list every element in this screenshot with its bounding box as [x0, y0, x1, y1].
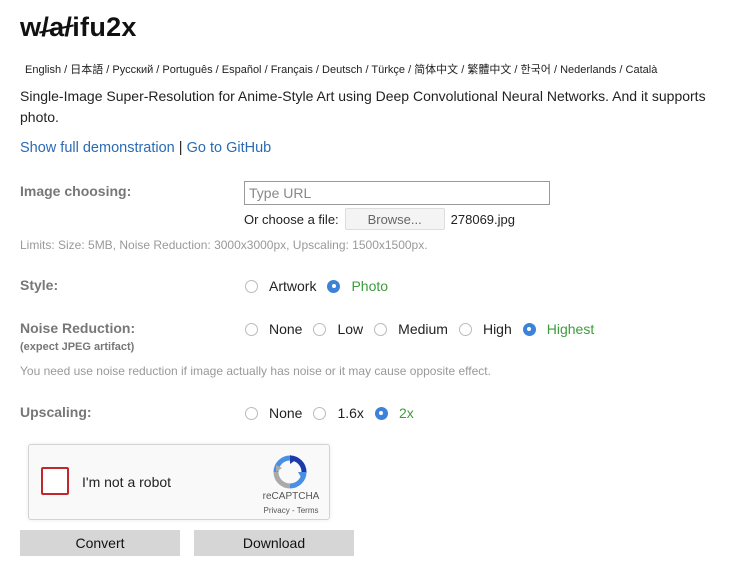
recaptcha-link-separator: -: [289, 506, 297, 515]
logo-text-strike: /a/: [41, 12, 73, 42]
upscaling-label: Upscaling:: [20, 404, 92, 420]
language-separator: /: [212, 64, 222, 76]
choose-file-text: Or choose a file:: [244, 211, 339, 227]
style-radio[interactable]: [327, 279, 341, 293]
recaptcha-widget: I'm not a robot reCAPTCHA Privacy - Term…: [28, 444, 330, 520]
style-option-label: Photo: [351, 278, 389, 294]
language-list: English / 日本語 / Русский / Português / Es…: [25, 61, 657, 77]
language-link[interactable]: 日本語: [70, 64, 103, 76]
noise-radio[interactable]: [313, 322, 327, 336]
recaptcha-privacy-link[interactable]: Privacy: [264, 506, 290, 515]
language-separator: /: [61, 64, 71, 76]
convert-button[interactable]: Convert: [20, 530, 180, 556]
upscaling-radio[interactable]: [374, 406, 388, 420]
style-radio[interactable]: [245, 279, 258, 293]
noise-radio[interactable]: [522, 322, 536, 336]
noise-option[interactable]: Low: [313, 321, 363, 337]
upscaling-option[interactable]: 1.6x: [313, 405, 364, 421]
language-link[interactable]: Français: [271, 64, 313, 76]
recaptcha-icon: [273, 455, 307, 489]
noise-option[interactable]: High: [458, 321, 512, 337]
upscaling-option-label: 2x: [398, 405, 414, 421]
recaptcha-checkbox[interactable]: [41, 467, 69, 495]
language-link[interactable]: English: [25, 64, 61, 76]
noise-radio[interactable]: [458, 322, 472, 336]
language-link[interactable]: Nederlands: [560, 64, 616, 76]
selected-file-name: 278069.jpg: [450, 211, 515, 227]
language-separator: /: [616, 64, 626, 76]
language-link[interactable]: 简体中文: [414, 64, 458, 76]
noise-option-label: None: [269, 321, 303, 337]
language-separator: /: [405, 64, 415, 76]
language-separator: /: [261, 64, 271, 76]
url-input[interactable]: [244, 181, 550, 205]
link-separator: |: [174, 140, 187, 156]
logo-text-end: ifu2x: [72, 12, 137, 42]
download-button[interactable]: Download: [194, 530, 354, 556]
noise-option[interactable]: Highest: [522, 321, 595, 337]
language-link[interactable]: Русский: [112, 64, 153, 76]
language-link[interactable]: Türkçe: [371, 64, 405, 76]
language-link[interactable]: Português: [162, 64, 212, 76]
language-separator: /: [511, 64, 521, 76]
noise-option-label: Low: [337, 321, 364, 337]
logo-text-start: w: [20, 12, 42, 42]
noise-radio[interactable]: [374, 322, 388, 336]
upscaling-option[interactable]: 2x: [374, 405, 414, 421]
style-label: Style:: [20, 277, 59, 293]
language-link[interactable]: Español: [222, 64, 262, 76]
site-logo: w/a/ifu2x: [20, 12, 137, 43]
recaptcha-checkbox-label: I'm not a robot: [82, 474, 172, 490]
noise-option-label: High: [482, 321, 512, 337]
language-link[interactable]: 한국어: [521, 64, 551, 76]
language-separator: /: [458, 64, 468, 76]
browse-button[interactable]: Browse...: [344, 208, 445, 230]
noise-option-label: Highest: [546, 321, 595, 337]
recaptcha-terms-link[interactable]: Terms: [297, 506, 319, 515]
noise-reduction-label: Noise Reduction:: [20, 320, 136, 336]
language-link[interactable]: Deutsch: [322, 64, 362, 76]
noise-reduction-sublabel: (expect JPEG artifact): [20, 341, 135, 353]
noise-option[interactable]: None: [245, 321, 302, 337]
style-option-label: Artwork: [269, 278, 317, 294]
github-link[interactable]: Go to GitHub: [187, 140, 272, 156]
upscaling-radio[interactable]: [245, 406, 258, 420]
noise-hint: You need use noise reduction if image ac…: [20, 364, 491, 378]
upscaling-option-label: None: [269, 405, 303, 421]
style-option[interactable]: Artwork: [245, 278, 316, 294]
upscaling-options: None 1.6x 2x: [245, 405, 425, 421]
noise-options: None Low Medium High Highest: [245, 321, 605, 337]
language-separator: /: [312, 64, 323, 76]
upscaling-option[interactable]: None: [245, 405, 302, 421]
noise-option-label: Medium: [398, 321, 448, 337]
upscaling-radio[interactable]: [313, 406, 327, 420]
noise-radio[interactable]: [245, 322, 258, 336]
style-option[interactable]: Photo: [327, 278, 388, 294]
language-link[interactable]: Català: [626, 64, 658, 76]
file-chooser-row: Or choose a file: Browse... 278069.jpg: [244, 208, 515, 230]
recaptcha-links: Privacy - Terms: [262, 506, 320, 515]
noise-option[interactable]: Medium: [374, 321, 448, 337]
limits-note: Limits: Size: 5MB, Noise Reduction: 3000…: [20, 238, 428, 252]
show-demonstration-link[interactable]: Show full demonstration: [20, 140, 175, 156]
tagline: Single-Image Super-Resolution for Anime-…: [20, 88, 706, 125]
recaptcha-brand: reCAPTCHA: [262, 491, 320, 502]
top-links: Show full demonstration | Go to GitHub: [20, 140, 271, 156]
language-link[interactable]: 繁體中文: [467, 64, 511, 76]
style-options: Artwork Photo: [245, 278, 399, 294]
language-separator: /: [550, 64, 561, 76]
image-choosing-label: Image choosing:: [20, 183, 132, 199]
upscaling-option-label: 1.6x: [337, 405, 364, 421]
